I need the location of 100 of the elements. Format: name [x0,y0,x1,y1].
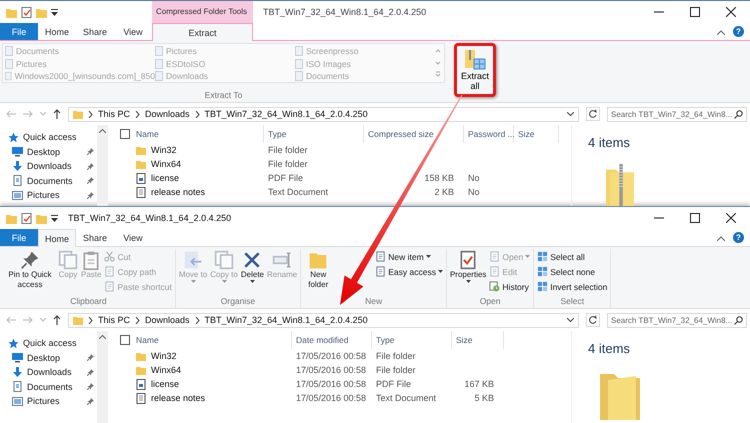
chevron-down-icon[interactable] [567,112,574,116]
text-document-icon [136,186,146,198]
search-field[interactable]: Search TBT_Win7_32_64_Win8... [607,312,747,328]
up-arrow-icon[interactable] [53,315,61,325]
ribbon-tab[interactable]: View [114,229,152,246]
column-header[interactable]: Date modified [296,335,348,345]
file-name[interactable]: release notes [151,393,206,403]
nav-item[interactable]: Pictures [27,190,83,200]
select-all-checkbox[interactable] [120,129,130,139]
dropdown-icon[interactable] [51,8,58,16]
chevron-right-icon[interactable] [135,316,140,324]
chevron-right-icon[interactable] [194,316,200,324]
chevron-up-icon[interactable] [717,236,725,241]
ribbon-button[interactable]: History [488,280,532,293]
nav-item[interactable]: Documents [27,176,83,186]
window-title: TBT_Win7_32_64_Win8.1_64_2.0.4.250 [262,7,426,17]
close-icon[interactable] [726,213,736,223]
address-bar[interactable]: This PC Downloads TBT_Win7_32_64_Win8.1_64_2.0.4.250 [68,106,579,122]
nav-item[interactable]: Quick access [23,338,77,348]
ribbon-tab[interactable]: File [0,229,38,246]
refresh-icon[interactable] [586,313,600,327]
refresh-icon[interactable] [586,107,600,121]
chevron-down-icon[interactable] [567,318,574,322]
nav-item[interactable]: Pictures [27,396,83,406]
table-cell: File folder [376,365,416,375]
file-name[interactable]: license [151,173,180,183]
group-label: Open [480,296,500,308]
nav-item[interactable]: Downloads [27,161,83,171]
dropdown-icon[interactable] [51,214,58,222]
ribbon-tab[interactable]: View [114,23,152,40]
column-header[interactable]: Compressed size [368,129,434,139]
close-icon[interactable] [726,7,736,17]
ribbon-button[interactable]: New item [374,250,444,263]
ribbon-button[interactable]: Invert selection [536,280,608,293]
help-button[interactable]: ? [733,26,744,37]
document-icon [375,266,386,277]
nav-item[interactable]: Quick access [23,132,77,142]
nav-item[interactable]: Desktop [27,146,83,156]
document-arrow-icon [183,250,204,270]
ribbon-tab[interactable]: Extract [152,23,253,41]
table-cell: No [468,173,480,183]
ribbon-button[interactable]: Select none [536,265,608,278]
checkmark-document-icon [458,250,478,270]
nav-item[interactable]: Downloads [27,367,83,377]
up-arrow-icon[interactable] [53,109,61,119]
select-all-checkbox[interactable] [120,335,130,345]
ribbon-button[interactable]: Delete [240,249,265,284]
column-header[interactable]: Size [518,129,535,139]
context-tab-header: Compressed Folder Tools [152,1,253,23]
grid-icon [537,251,548,262]
pdf-document-icon [136,378,146,390]
help-button[interactable]: ? [733,232,744,243]
table-cell: No [468,187,480,197]
ribbon-button[interactable]: Pin to Quick access [4,249,56,291]
clock-document-icon [489,281,500,292]
column-header[interactable]: Name [136,335,159,345]
column-header[interactable]: Name [136,129,159,139]
maximize-icon[interactable] [690,7,700,17]
document-icon [12,175,23,186]
file-name[interactable]: Winx64 [151,159,182,169]
column-header[interactable]: Size [456,335,473,345]
file-name[interactable]: Win32 [151,145,177,155]
file-name[interactable]: release notes [151,187,206,197]
nav-item[interactable]: Desktop [27,352,83,362]
ribbon-button[interactable]: Select all [536,250,608,263]
ribbon-button[interactable]: New folder [303,249,334,291]
ribbon-tab[interactable]: File [0,23,38,40]
ribbon-tab[interactable]: Share [76,229,114,246]
ribbon-tab[interactable]: Home [38,229,76,247]
search-icon [734,316,743,324]
chevron-up-icon[interactable] [99,129,106,133]
extract-all-button[interactable]: Extract all [454,43,496,97]
address-bar[interactable]: This PC Downloads TBT_Win7_32_64_Win8.1_64_2.0.4.250 [68,312,579,328]
checkmark-document-icon[interactable] [21,212,32,224]
scrollbar[interactable] [97,331,108,423]
chevron-right-icon[interactable] [135,110,140,118]
folder-icon [136,350,146,362]
file-name[interactable]: Win32 [151,351,177,361]
file-name[interactable]: Winx64 [151,365,182,375]
file-name[interactable]: license [151,379,180,389]
chevron-right-icon[interactable] [194,110,200,118]
checkmark-document-icon[interactable] [21,6,32,18]
pages-icon [214,250,234,270]
ribbon-button[interactable]: Properties [448,249,488,284]
nav-item[interactable]: Documents [27,382,83,392]
column-header[interactable]: Type [376,335,394,345]
chevron-up-icon[interactable] [99,335,106,339]
search-field[interactable]: Search TBT_Win7_32_64_Win8... [607,106,747,122]
column-header[interactable]: Type [268,129,286,139]
chevron-right-icon[interactable] [88,316,93,324]
item-count: 4 items [588,341,631,356]
ribbon-button[interactable]: Easy access [374,265,444,278]
table-cell: 17/05/2016 00:58 [296,379,366,389]
ribbon-tab[interactable]: Share [76,23,114,40]
chevron-right-icon[interactable] [88,110,93,118]
chevron-up-icon[interactable] [717,30,725,35]
column-header[interactable]: Password ... [468,129,515,139]
maximize-icon[interactable] [690,213,700,223]
scrollbar[interactable] [97,125,108,206]
ribbon-tab[interactable]: Home [38,23,76,40]
